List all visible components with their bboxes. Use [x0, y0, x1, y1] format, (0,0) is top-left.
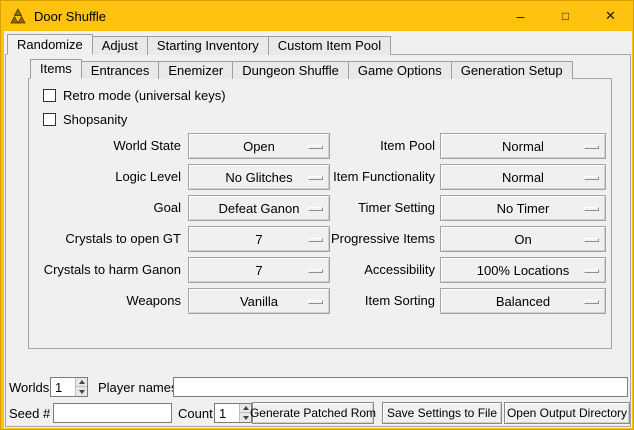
- shopsanity-row: Shopsanity: [43, 112, 127, 127]
- dropdown-indicator-icon: [584, 145, 599, 149]
- setting-row: Weapons Vanilla Item Sorting Balanced: [29, 288, 613, 314]
- dropdown-indicator-icon: [584, 300, 599, 304]
- generate-rom-button[interactable]: Generate Patched Rom: [252, 402, 374, 424]
- logic-level-label: Logic Level: [29, 164, 181, 190]
- worlds-spin-arrows: [75, 378, 87, 396]
- tab-game-options[interactable]: Game Options: [348, 61, 452, 79]
- titlebar[interactable]: Door Shuffle – □ ✕: [1, 1, 633, 31]
- timer-setting-label: Timer Setting: [309, 195, 435, 221]
- save-settings-button[interactable]: Save Settings to File: [382, 402, 502, 424]
- worlds-label: Worlds: [9, 380, 49, 395]
- caption-buttons: – □ ✕: [498, 1, 633, 30]
- dropdown-indicator-icon: [584, 238, 599, 242]
- setting-row: Logic Level No Glitches Item Functionali…: [29, 164, 613, 190]
- progressive-items-dropdown[interactable]: On: [440, 226, 606, 252]
- arrow-down-icon: [243, 416, 249, 420]
- world-state-value: Open: [243, 139, 275, 154]
- tab-entrances[interactable]: Entrances: [81, 61, 160, 79]
- seed-input[interactable]: [53, 403, 172, 423]
- dropdown-indicator-icon: [584, 269, 599, 273]
- crystals-gt-label: Crystals to open GT: [29, 226, 181, 252]
- tab-randomize[interactable]: Randomize: [7, 34, 93, 55]
- progressive-items-label: Progressive Items: [309, 226, 435, 252]
- tab-dungeon-shuffle[interactable]: Dungeon Shuffle: [232, 61, 349, 79]
- crystals-ganon-label: Crystals to harm Ganon: [29, 257, 181, 283]
- retro-mode-checkbox[interactable]: [43, 89, 56, 102]
- setting-row: Crystals to harm Ganon 7 Accessibility 1…: [29, 257, 613, 283]
- tab-items[interactable]: Items: [30, 59, 82, 79]
- dropdown-indicator-icon: [584, 176, 599, 180]
- accessibility-dropdown[interactable]: 100% Locations: [440, 257, 606, 283]
- shopsanity-label: Shopsanity: [63, 112, 127, 127]
- app-window: Door Shuffle – □ ✕ Randomize Adjust Star…: [0, 0, 634, 430]
- tab-adjust[interactable]: Adjust: [92, 36, 148, 55]
- count-spinbox[interactable]: [214, 403, 252, 423]
- count-input[interactable]: [216, 405, 238, 421]
- close-icon: ✕: [605, 9, 616, 22]
- tab-custom-item-pool[interactable]: Custom Item Pool: [268, 36, 391, 55]
- tab-starting-inventory[interactable]: Starting Inventory: [147, 36, 269, 55]
- setting-row: World State Open Item Pool Normal: [29, 133, 613, 159]
- dropdown-indicator-icon: [584, 207, 599, 211]
- triforce-icon: [10, 8, 26, 24]
- tab-enemizer[interactable]: Enemizer: [158, 61, 233, 79]
- world-state-label: World State: [29, 133, 181, 159]
- crystals-ganon-value: 7: [255, 263, 262, 278]
- count-label: Count: [178, 406, 213, 421]
- crystals-gt-value: 7: [255, 232, 262, 247]
- player-names-label: Player names: [98, 380, 177, 395]
- spin-up-button[interactable]: [75, 378, 87, 387]
- arrow-up-icon: [79, 380, 85, 384]
- seed-label: Seed #: [9, 406, 50, 421]
- item-pool-value: Normal: [502, 139, 544, 154]
- maximize-icon: □: [562, 10, 569, 22]
- setting-row: Goal Defeat Ganon Timer Setting No Timer: [29, 195, 613, 221]
- goal-value: Defeat Ganon: [219, 201, 300, 216]
- app-icon[interactable]: [10, 8, 26, 24]
- timer-setting-dropdown[interactable]: No Timer: [440, 195, 606, 221]
- goal-label: Goal: [29, 195, 181, 221]
- accessibility-value: 100% Locations: [477, 263, 570, 278]
- worlds-input[interactable]: [52, 379, 74, 395]
- item-functionality-label: Item Functionality: [309, 164, 435, 190]
- weapons-label: Weapons: [29, 288, 181, 314]
- worlds-spinbox[interactable]: [50, 377, 88, 397]
- arrow-up-icon: [243, 406, 249, 410]
- tab-generation-setup[interactable]: Generation Setup: [451, 61, 573, 79]
- open-output-button[interactable]: Open Output Directory: [504, 402, 630, 424]
- progressive-items-value: On: [514, 232, 531, 247]
- item-functionality-dropdown[interactable]: Normal: [440, 164, 606, 190]
- item-pool-label: Item Pool: [309, 133, 435, 159]
- maximize-button[interactable]: □: [543, 1, 588, 30]
- items-pane: Retro mode (universal keys) Shopsanity W…: [28, 78, 612, 349]
- outer-tabbar: Randomize Adjust Starting Inventory Cust…: [7, 34, 390, 55]
- minimize-icon: –: [517, 9, 525, 23]
- player-names-input[interactable]: [173, 377, 628, 397]
- timer-setting-value: No Timer: [497, 201, 550, 216]
- item-sorting-label: Item Sorting: [309, 288, 435, 314]
- item-functionality-value: Normal: [502, 170, 544, 185]
- setting-row: Crystals to open GT 7 Progressive Items …: [29, 226, 613, 252]
- item-pool-dropdown[interactable]: Normal: [440, 133, 606, 159]
- item-sorting-dropdown[interactable]: Balanced: [440, 288, 606, 314]
- close-button[interactable]: ✕: [588, 1, 633, 30]
- window-content: Randomize Adjust Starting Inventory Cust…: [4, 31, 632, 428]
- retro-mode-row: Retro mode (universal keys): [43, 88, 226, 103]
- retro-mode-label: Retro mode (universal keys): [63, 88, 226, 103]
- shopsanity-checkbox[interactable]: [43, 113, 56, 126]
- spin-down-button[interactable]: [75, 387, 87, 396]
- item-sorting-value: Balanced: [496, 294, 550, 309]
- minimize-button[interactable]: –: [498, 1, 543, 30]
- arrow-down-icon: [79, 390, 85, 394]
- logic-level-value: No Glitches: [225, 170, 292, 185]
- inner-tabbar: Items Entrances Enemizer Dungeon Shuffle…: [30, 59, 572, 79]
- accessibility-label: Accessibility: [309, 257, 435, 283]
- weapons-value: Vanilla: [240, 294, 278, 309]
- window-title: Door Shuffle: [34, 9, 106, 24]
